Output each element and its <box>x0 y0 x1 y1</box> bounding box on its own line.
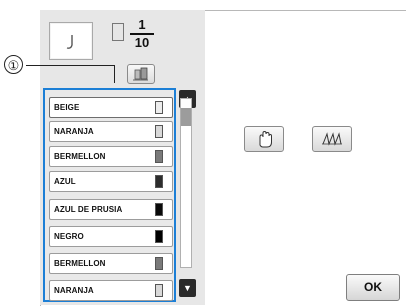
arrow-down-icon: ▼ <box>183 283 192 293</box>
thread-color-swatch <box>155 230 163 243</box>
thread-spool-icon <box>112 23 124 41</box>
thread-sort-button[interactable] <box>127 64 155 84</box>
thread-name: NARANJA <box>54 286 94 295</box>
thread-current: 1 <box>138 17 146 32</box>
thread-color-swatch <box>155 257 163 270</box>
hand-move-button[interactable] <box>244 126 284 152</box>
thread-color-swatch <box>155 125 163 138</box>
stitch-pattern-icon <box>322 132 342 146</box>
thread-color-swatch <box>155 175 163 188</box>
stitch-preview-icon <box>49 22 93 60</box>
thread-list-item[interactable]: NEGRO <box>49 226 173 247</box>
ok-button[interactable]: OK <box>346 274 400 301</box>
callout-number: ① <box>4 55 23 74</box>
thread-list-item[interactable]: AZUL DE PRUSIA <box>49 199 173 220</box>
scroll-down-button[interactable]: ▼ <box>179 279 196 297</box>
thread-sort-icon <box>133 67 148 81</box>
thread-list-item[interactable]: AZUL <box>49 171 173 192</box>
thread-list-item[interactable]: NARANJA <box>49 280 173 301</box>
stitch-pattern-button[interactable] <box>312 126 352 152</box>
thread-color-swatch <box>155 101 163 114</box>
thread-name: BERMELLON <box>54 152 106 161</box>
thread-name: NEGRO <box>54 232 84 241</box>
thread-name: BERMELLON <box>54 259 106 268</box>
thread-name: AZUL <box>54 177 76 186</box>
thread-list-item[interactable]: BERMELLON <box>49 146 173 167</box>
callout-leader-line <box>26 65 114 66</box>
thread-name: BEIGE <box>54 103 80 112</box>
hand-move-icon <box>259 130 272 148</box>
thread-color-swatch <box>155 284 163 297</box>
thread-list-item[interactable]: BERMELLON <box>49 253 173 274</box>
thread-list-item[interactable]: BEIGE <box>49 97 173 118</box>
thread-color-swatch <box>155 150 163 163</box>
thread-name: NARANJA <box>54 127 94 136</box>
thread-color-swatch <box>155 203 163 216</box>
scrollbar-thumb[interactable] <box>181 108 191 126</box>
callout-leader-drop <box>114 65 115 83</box>
thread-name: AZUL DE PRUSIA <box>54 205 123 214</box>
thread-list-item[interactable]: NARANJA <box>49 121 173 142</box>
thread-total: 10 <box>134 34 150 50</box>
thread-counter: 1 10 <box>128 18 156 50</box>
